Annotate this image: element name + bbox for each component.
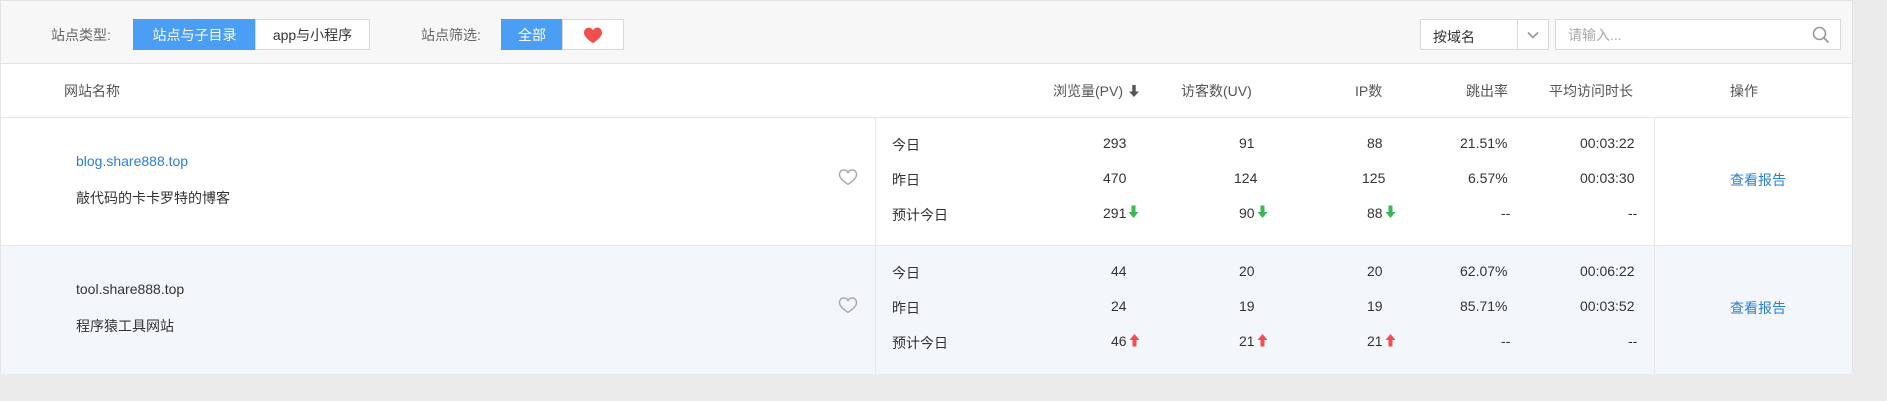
stat-label-forecast: 预计今日 <box>892 207 948 223</box>
ip-value: 20 <box>1367 263 1383 279</box>
bounce-value: -- <box>1501 205 1511 221</box>
site-filter-option-all[interactable]: 全部 <box>501 19 563 50</box>
uv-value: 91 <box>1239 135 1255 151</box>
site-filter-favorites-button[interactable] <box>562 19 624 50</box>
stat-label-yesterday: 昨日 <box>892 300 920 316</box>
ip-value: 19 <box>1367 298 1383 314</box>
table-row: tool.share888.top 程序猿工具网站 今日 昨日 预计今日 44 … <box>1 246 1852 374</box>
header-duration: 平均访问时长 <box>1549 83 1633 99</box>
uv-value: 21 <box>1239 333 1255 349</box>
uv-forecast: 90 <box>1239 205 1268 221</box>
view-report-link[interactable]: 查看报告 <box>1730 170 1786 190</box>
sort-select[interactable]: 按域名 <box>1420 19 1549 50</box>
pv-value: 470 <box>1103 170 1127 186</box>
search-icon[interactable] <box>1812 26 1830 44</box>
header-action: 操作 <box>1730 83 1758 99</box>
column-divider <box>875 246 876 374</box>
site-type-option-apps[interactable]: app与小程序 <box>255 19 370 50</box>
uv-value: 19 <box>1239 298 1255 314</box>
uv-forecast: 21 <box>1239 333 1268 349</box>
search-box <box>1555 19 1841 50</box>
uv-value: 20 <box>1239 263 1255 279</box>
header-uv: 访客数(UV) <box>1181 83 1252 99</box>
site-list-panel: 站点类型: 站点与子目录 app与小程序 站点筛选: 全部 按域名 网站名称 浏… <box>0 0 1853 374</box>
ip-value: 21 <box>1367 333 1383 349</box>
view-report-link[interactable]: 查看报告 <box>1730 298 1786 318</box>
uv-value: 124 <box>1234 170 1258 186</box>
stat-label-forecast: 预计今日 <box>892 335 948 351</box>
site-filter-label: 站点筛选: <box>421 27 481 43</box>
table-header: 网站名称 浏览量(PV) 访客数(UV) IP数 跳出率 平均访问时长 操作 <box>1 64 1852 118</box>
stat-label-yesterday: 昨日 <box>892 172 920 188</box>
site-type-option-sites[interactable]: 站点与子目录 <box>133 19 256 50</box>
heart-filled-icon <box>583 27 603 43</box>
duration-value: 00:03:52 <box>1580 298 1635 314</box>
column-divider <box>875 118 876 245</box>
bounce-value: 85.71% <box>1460 298 1508 314</box>
bounce-value: 62.07% <box>1460 263 1508 279</box>
heart-outline-icon[interactable] <box>838 296 858 314</box>
pv-value: 44 <box>1111 263 1127 279</box>
header-bounce: 跳出率 <box>1466 83 1508 99</box>
trend-up-icon <box>1129 334 1140 347</box>
bounce-value: 21.51% <box>1460 135 1508 151</box>
header-pv[interactable]: 浏览量(PV) <box>1053 81 1139 101</box>
ip-forecast: 21 <box>1367 333 1396 349</box>
bounce-value: -- <box>1501 333 1511 349</box>
pv-forecast: 291 <box>1103 205 1139 221</box>
duration-value: 00:03:30 <box>1580 170 1635 186</box>
bounce-value: 6.57% <box>1468 170 1508 186</box>
filter-bar: 站点类型: 站点与子目录 app与小程序 站点筛选: 全部 按域名 <box>1 1 1852 64</box>
sort-select-value: 按域名 <box>1433 29 1475 45</box>
site-type-label: 站点类型: <box>51 27 111 43</box>
trend-down-icon <box>1385 205 1396 218</box>
heart-outline-icon[interactable] <box>838 168 858 186</box>
trend-up-icon <box>1385 334 1396 347</box>
stat-label-today: 今日 <box>892 137 920 153</box>
uv-value: 90 <box>1239 205 1255 221</box>
header-pv-label: 浏览量(PV) <box>1053 83 1123 99</box>
trend-up-icon <box>1257 334 1268 347</box>
sort-desc-icon <box>1128 85 1139 97</box>
duration-value: 00:06:22 <box>1580 263 1635 279</box>
duration-value: 00:03:22 <box>1580 135 1635 151</box>
pv-forecast: 46 <box>1111 333 1140 349</box>
ip-forecast: 88 <box>1367 205 1396 221</box>
header-ip: IP数 <box>1355 83 1383 99</box>
pv-value: 291 <box>1103 205 1127 221</box>
column-divider <box>1654 118 1655 245</box>
ip-value: 125 <box>1362 170 1386 186</box>
trend-down-icon <box>1128 205 1139 218</box>
duration-value: -- <box>1628 205 1638 221</box>
column-divider <box>1654 246 1655 374</box>
ip-value: 88 <box>1367 135 1383 151</box>
site-domain-link[interactable]: tool.share888.top <box>76 281 184 297</box>
duration-value: -- <box>1628 333 1638 349</box>
pv-value: 46 <box>1111 333 1127 349</box>
search-input[interactable] <box>1556 20 1808 49</box>
site-domain-link[interactable]: blog.share888.top <box>76 153 188 169</box>
header-site-name: 网站名称 <box>64 83 120 99</box>
chevron-down-icon[interactable] <box>1517 20 1548 49</box>
ip-value: 88 <box>1367 205 1383 221</box>
trend-down-icon <box>1257 205 1268 218</box>
site-description: 敲代码的卡卡罗特的博客 <box>76 190 230 206</box>
table-row: blog.share888.top 敲代码的卡卡罗特的博客 今日 昨日 预计今日… <box>1 118 1852 246</box>
stat-label-today: 今日 <box>892 265 920 281</box>
site-description: 程序猿工具网站 <box>76 318 174 334</box>
pv-value: 293 <box>1103 135 1127 151</box>
pv-value: 24 <box>1111 298 1127 314</box>
